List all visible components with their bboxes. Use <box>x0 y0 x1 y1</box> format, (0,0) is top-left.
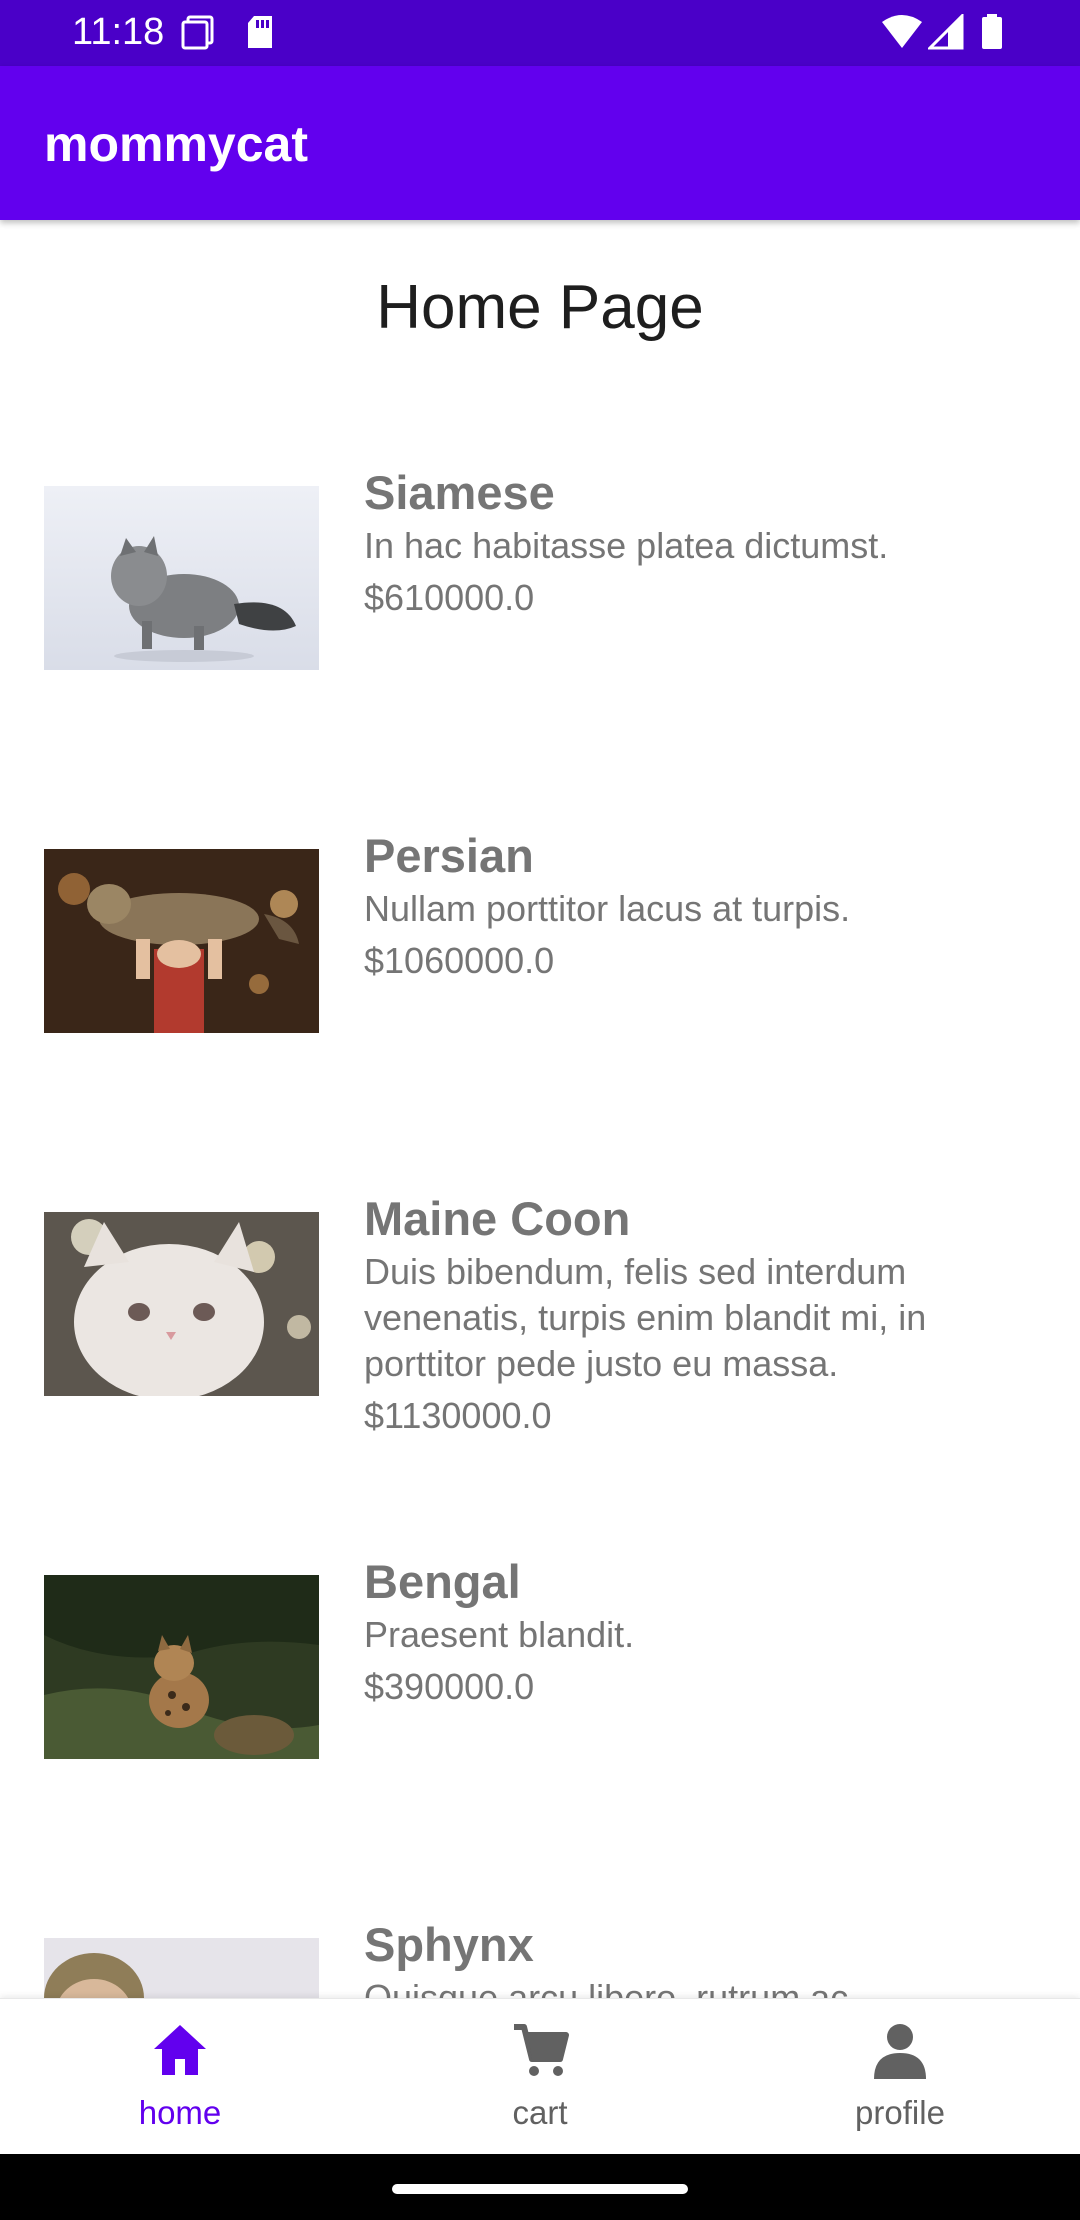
sd-card-icon <box>248 16 272 48</box>
battery-icon <box>982 14 1002 49</box>
nav-cart-label: cart <box>512 2094 568 2131</box>
product-price: $1130000.0 <box>364 1395 552 1436</box>
product-item[interactable]: Persian Nullam porttitor lacus at turpis… <box>0 808 1080 1168</box>
bottom-navigation: home cart profile <box>0 1998 1080 2154</box>
product-description: Nullam porttitor lacus at turpis. <box>364 888 851 929</box>
app-title: mommycat <box>44 116 308 172</box>
product-image <box>44 1938 319 1998</box>
product-name: Sphynx <box>364 1918 534 1971</box>
product-price: $610000.0 <box>364 577 535 618</box>
nav-profile[interactable]: profile <box>720 1999 1080 2155</box>
product-item[interactable]: Bengal Praesent blandit. $390000.0 <box>0 1534 1080 1894</box>
product-image <box>44 1575 319 1759</box>
home-gesture-handle[interactable] <box>392 2184 688 2194</box>
wifi-icon <box>882 15 922 48</box>
product-item[interactable]: Sphynx Quisque arcu libero, rutrum ac, <box>0 1897 1080 1998</box>
status-time: 11:18 <box>72 11 165 53</box>
profile-icon <box>874 2024 926 2079</box>
product-name: Maine Coon <box>364 1192 631 1245</box>
status-bar: 11:18 <box>0 0 1080 66</box>
product-info: Bengal Praesent blandit. $390000.0 <box>364 1554 1004 1710</box>
signal-icon <box>928 14 964 50</box>
product-info: Siamese In hac habitasse platea dictumst… <box>364 465 1004 621</box>
product-info: Maine Coon Duis bibendum, felis sed inte… <box>364 1191 1004 1439</box>
product-name: Bengal <box>364 1555 521 1608</box>
product-name: Siamese <box>364 466 555 519</box>
product-image <box>44 1212 319 1396</box>
product-image <box>44 849 319 1033</box>
nav-home[interactable]: home <box>0 1999 360 2155</box>
product-description: Praesent blandit. <box>364 1614 635 1655</box>
product-item[interactable]: Siamese In hac habitasse platea dictumst… <box>0 445 1080 805</box>
product-image <box>44 486 319 670</box>
nav-home-label: home <box>138 2094 222 2131</box>
nav-cart[interactable]: cart <box>360 1999 720 2155</box>
product-name: Persian <box>364 829 534 882</box>
product-item[interactable]: Maine Coon Duis bibendum, felis sed inte… <box>0 1171 1080 1531</box>
product-price: $1060000.0 <box>364 940 555 981</box>
app-bar: mommycat <box>0 66 1080 220</box>
product-description: Quisque arcu libero, rutrum ac, <box>364 1977 859 1998</box>
product-list[interactable]: Home Page Siamese In hac habitasse plate… <box>0 220 1080 1998</box>
cart-icon <box>514 2024 569 2076</box>
nav-profile-label: profile <box>855 2094 945 2131</box>
product-price: $390000.0 <box>364 1666 535 1707</box>
product-description: Duis bibendum, felis sed interdum venena… <box>364 1251 927 1384</box>
page-title-heading: Home Page <box>376 273 704 342</box>
product-description: In hac habitasse platea dictumst. <box>364 525 889 566</box>
screenshot-icon <box>181 15 214 50</box>
product-info: Sphynx Quisque arcu libero, rutrum ac, <box>364 1917 1004 1998</box>
product-info: Persian Nullam porttitor lacus at turpis… <box>364 828 1004 984</box>
home-icon <box>154 2025 206 2075</box>
system-gesture-bar <box>0 2154 1080 2220</box>
